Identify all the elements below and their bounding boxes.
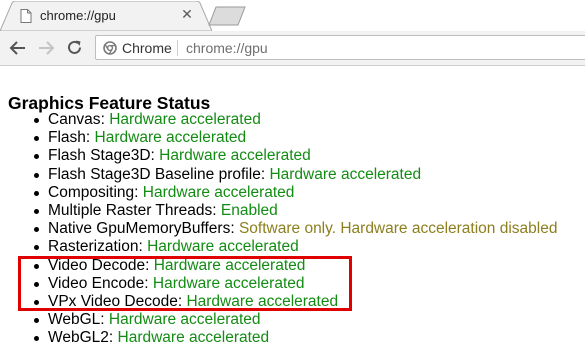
feature-item: Native GpuMemoryBuffers: Software only. … [0,220,557,238]
feature-name: Native GpuMemoryBuffers [48,220,231,238]
bullet-icon [34,172,39,178]
feature-status: Hardware accelerated [159,147,311,165]
feature-name: WebGL [48,311,101,329]
feature-item: WebGL2: Hardware accelerated [0,329,557,347]
address-bar[interactable]: Chrome chrome://gpu [95,35,585,60]
reload-icon[interactable] [66,39,83,56]
bullet-icon [34,245,39,251]
tab-close-icon[interactable]: ✕ [180,7,194,21]
highlight-annotation-box [18,256,352,311]
feature-item: WebGL: Hardware accelerated [0,311,557,329]
bullet-icon [34,136,39,142]
feature-status: Hardware accelerated [109,111,261,128]
feature-name: Flash Stage3D Baseline profile [48,165,261,183]
feature-status: Software only. Hardware acceleration dis… [238,220,558,238]
feature-status: Enabled [220,201,278,219]
feature-item: Flash: Hardware accelerated [0,129,557,147]
feature-item: Rasterization: Hardware accelerated [0,238,557,256]
bullet-icon [34,118,39,123]
feature-status: Hardware accelerated [142,183,295,201]
feature-item: Compositing: Hardware accelerated [0,184,557,202]
browser-toolbar: Chrome chrome://gpu [0,31,585,66]
back-arrow-icon[interactable] [9,40,27,56]
feature-status: Hardware accelerated [94,129,247,147]
page-title: Graphics Feature Status [8,93,211,113]
feature-item: Canvas: Hardware accelerated [0,111,557,129]
omnibox-separator [177,40,178,56]
feature-name: Flash [48,129,86,147]
feature-name: Multiple Raster Threads [48,201,213,219]
new-tab-button[interactable] [208,6,246,26]
feature-item: Flash Stage3D: Hardware accelerated [0,147,557,165]
bullet-icon [34,336,39,342]
bullet-icon [34,318,39,324]
feature-name: Compositing [48,183,135,201]
tab-title[interactable]: chrome://gpu [40,8,116,24]
tab-strip: chrome://gpu ✕ [0,0,585,31]
feature-status: Hardware accelerated [108,311,261,329]
feature-status: Hardware accelerated [147,238,299,256]
feature-name: Canvas [48,111,101,128]
bullet-icon [34,190,39,196]
chrome-logo-icon [103,41,117,55]
bullet-icon [34,154,39,160]
page-icon [20,9,32,23]
feature-list: Canvas: Hardware accelerated Flash: Hardw… [0,111,557,347]
bullet-icon [34,208,39,214]
feature-name: Flash Stage3D [48,147,151,165]
bullet-icon [34,227,39,233]
forward-arrow-icon[interactable] [37,40,55,56]
site-label: Chrome [122,40,172,56]
feature-name: Rasterization [48,238,139,256]
feature-item: Flash Stage3D Baseline profile: Hardware… [0,166,557,184]
feature-name: WebGL2 [48,329,109,347]
url-text[interactable]: chrome://gpu [186,40,268,56]
feature-status: Hardware accelerated [117,329,270,347]
feature-item: Multiple Raster Threads: Enabled [0,202,557,220]
feature-status: Hardware accelerated [269,165,422,183]
